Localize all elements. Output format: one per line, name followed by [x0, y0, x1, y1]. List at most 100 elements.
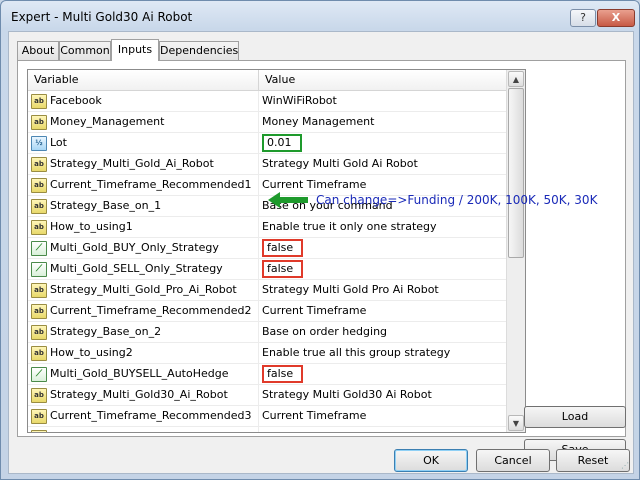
load-button[interactable]: Load: [524, 406, 626, 428]
double-type-icon: ½: [31, 136, 47, 151]
variable-cell[interactable]: ab Strategy_Multi_Gold30_Ai_Robot: [28, 385, 259, 405]
table-row[interactable]: ab Current_Timeframe_Recommended3 Current …: [28, 406, 506, 427]
value-cell[interactable]: WinWiFiRobot: [259, 91, 509, 111]
table-row[interactable]: ½ Lot 0.01: [28, 133, 506, 154]
variable-name: Strategy_Multi_Gold_Pro_Ai_Robot: [50, 283, 237, 296]
variable-cell[interactable]: ½ Lot: [28, 133, 259, 153]
highlighted-value-green: 0.01: [262, 134, 302, 152]
scroll-up-arrow-icon[interactable]: ▲: [508, 71, 524, 87]
variable-cell[interactable]: ab Current_Timeframe_Recommended1: [28, 175, 259, 195]
highlighted-value-red: false: [262, 260, 304, 278]
variable-cell[interactable]: ab Strategy_Base_on_2: [28, 322, 259, 342]
variable-name: Multi_Gold_BUYSELL_AutoHedge: [50, 367, 229, 380]
value-text: Enable true it only one strategy: [262, 220, 437, 233]
value-cell[interactable]: Money Management: [259, 112, 509, 132]
variable-name: Strategy_Base_on_2: [50, 325, 162, 338]
value-text: Money Management: [262, 115, 375, 128]
variable-cell[interactable]: abStrategy_Base_on3: [28, 427, 259, 432]
table-row[interactable]: ab Strategy_Multi_Gold30_Ai_Robot Strategy…: [28, 385, 506, 406]
value-text: Current Timeframe: [262, 304, 367, 317]
variable-cell[interactable]: ab Strategy_Multi_Gold_Pro_Ai_Robot: [28, 280, 259, 300]
string-type-icon: ab: [31, 430, 47, 432]
value-cell[interactable]: 0.01: [259, 133, 509, 153]
ok-button[interactable]: OK: [394, 449, 468, 472]
table-row[interactable]: ⟋ Multi_Gold_BUYSELL_AutoHedge false: [28, 364, 506, 385]
string-type-icon: ab: [31, 409, 47, 424]
variable-cell[interactable]: ab Facebook: [28, 91, 259, 111]
dialog-client-area: About Common Inputs Dependencies Variabl…: [8, 31, 634, 474]
column-header-variable[interactable]: Variable: [28, 70, 259, 90]
variable-name: Facebook: [50, 94, 102, 107]
value-cell[interactable]: Strategy Multi Gold Ai Robot: [259, 154, 509, 174]
table-row[interactable]: ab Strategy_Base_on_2 Base on order hedgin…: [28, 322, 506, 343]
highlighted-value-red: false: [262, 239, 304, 257]
table-row[interactable]: abStrategy_Base_on3Current Chart, H4 Lev…: [28, 427, 509, 432]
variable-cell[interactable]: ab Current_Timeframe_Recommended3: [28, 406, 259, 426]
value-text: Current Timeframe: [262, 178, 367, 191]
table-row[interactable]: ab Strategy_Multi_Gold_Pro_Ai_Robot Strate…: [28, 280, 506, 301]
table-row[interactable]: ab How_to_using1 Enable true it only one s…: [28, 217, 506, 238]
column-header-value[interactable]: Value: [259, 70, 505, 90]
highlighted-value-red: false: [262, 365, 304, 383]
table-row[interactable]: ab Current_Timeframe_Recommended2 Current …: [28, 301, 506, 322]
variable-cell[interactable]: ab Strategy_Multi_Gold_Ai_Robot: [28, 154, 259, 174]
variable-cell[interactable]: ⟋ Multi_Gold_SELL_Only_Strategy: [28, 259, 259, 279]
variable-cell[interactable]: ab Strategy_Base_on_1: [28, 196, 259, 216]
value-cell[interactable]: false: [259, 364, 509, 384]
expert-properties-window: Expert - Multi Gold30 Ai Robot ? X About…: [0, 0, 640, 480]
value-cell[interactable]: Current Timeframe: [259, 406, 509, 426]
value-cell[interactable]: Current Timeframe: [259, 301, 509, 321]
variable-cell[interactable]: ⟋ Multi_Gold_BUY_Only_Strategy: [28, 238, 259, 258]
tab-dependencies[interactable]: Dependencies: [159, 41, 239, 60]
variable-cell[interactable]: ab How_to_using1: [28, 217, 259, 237]
resize-grip-icon[interactable]: ⋰: [621, 461, 631, 471]
string-type-icon: ab: [31, 346, 47, 361]
tab-common[interactable]: Common: [59, 41, 111, 60]
value-text: Current Timeframe: [262, 409, 367, 422]
tab-about[interactable]: About: [17, 41, 59, 60]
table-row[interactable]: ab Money_Management Money Management: [28, 112, 506, 133]
close-button[interactable]: X: [597, 9, 635, 27]
variable-name: Multi_Gold_BUY_Only_Strategy: [50, 241, 219, 254]
variable-cell[interactable]: ab How_to_using2: [28, 343, 259, 363]
left-arrow-icon: [268, 192, 308, 208]
cancel-button[interactable]: Cancel: [476, 449, 550, 472]
value-cell[interactable]: Strategy Multi Gold Pro Ai Robot: [259, 280, 509, 300]
value-cell[interactable]: Enable true all this group strategy: [259, 343, 509, 363]
value-cell[interactable]: false: [259, 238, 509, 258]
variable-name: Strategy_Multi_Gold_Ai_Robot: [50, 157, 214, 170]
table-row[interactable]: ab Facebook WinWiFiRobot: [28, 91, 506, 112]
variable-cell[interactable]: ab Money_Management: [28, 112, 259, 132]
table-row[interactable]: ⟋ Multi_Gold_SELL_Only_Strategy false: [28, 259, 506, 280]
value-cell[interactable]: false: [259, 259, 509, 279]
table-row[interactable]: ⟋ Multi_Gold_BUY_Only_Strategy false: [28, 238, 506, 259]
vertical-scrollbar[interactable]: ▲ ▼: [506, 70, 525, 432]
inputs-tab-panel: Variable Value ab Facebook WinWiFiRobot ab M…: [17, 60, 626, 461]
table-row[interactable]: ab Strategy_Multi_Gold_Ai_Robot Strategy M…: [28, 154, 506, 175]
variable-cell[interactable]: ⟋ Multi_Gold_BUYSELL_AutoHedge: [28, 364, 259, 384]
window-title: Expert - Multi Gold30 Ai Robot: [11, 10, 193, 24]
annotation-text: Can change=>Funding / 200K, 100K, 50K, 3…: [316, 193, 598, 207]
value-text: Enable true all this group strategy: [262, 346, 451, 359]
string-type-icon: ab: [31, 283, 47, 298]
value-cell[interactable]: Base on order hedging: [259, 322, 509, 342]
bool-type-icon: ⟋: [31, 367, 47, 382]
value-cell[interactable]: Enable true it only one strategy: [259, 217, 509, 237]
inputs-grid: Variable Value ab Facebook WinWiFiRobot ab M…: [27, 69, 526, 433]
variable-cell[interactable]: ab Current_Timeframe_Recommended2: [28, 301, 259, 321]
scroll-down-arrow-icon[interactable]: ▼: [508, 415, 524, 431]
variable-name: Strategy_Multi_Gold30_Ai_Robot: [50, 388, 228, 401]
variable-name: Lot: [50, 136, 67, 149]
help-button[interactable]: ?: [570, 9, 596, 27]
table-row[interactable]: ab How_to_using2 Enable true all this grou…: [28, 343, 506, 364]
variable-name: Strategy_Base_on_1: [50, 199, 162, 212]
variable-name: Strategy_Base_on3: [50, 427, 156, 432]
value-text: WinWiFiRobot: [262, 94, 337, 107]
title-bar[interactable]: Expert - Multi Gold30 Ai Robot ? X: [1, 1, 639, 31]
scrollbar-thumb[interactable]: [508, 88, 524, 258]
reset-button[interactable]: Reset: [556, 449, 630, 472]
string-type-icon: ab: [31, 325, 47, 340]
value-cell[interactable]: Current Chart, H4 Level: [259, 427, 509, 432]
value-cell[interactable]: Strategy Multi Gold30 Ai Robot: [259, 385, 509, 405]
tab-inputs[interactable]: Inputs: [111, 39, 159, 61]
